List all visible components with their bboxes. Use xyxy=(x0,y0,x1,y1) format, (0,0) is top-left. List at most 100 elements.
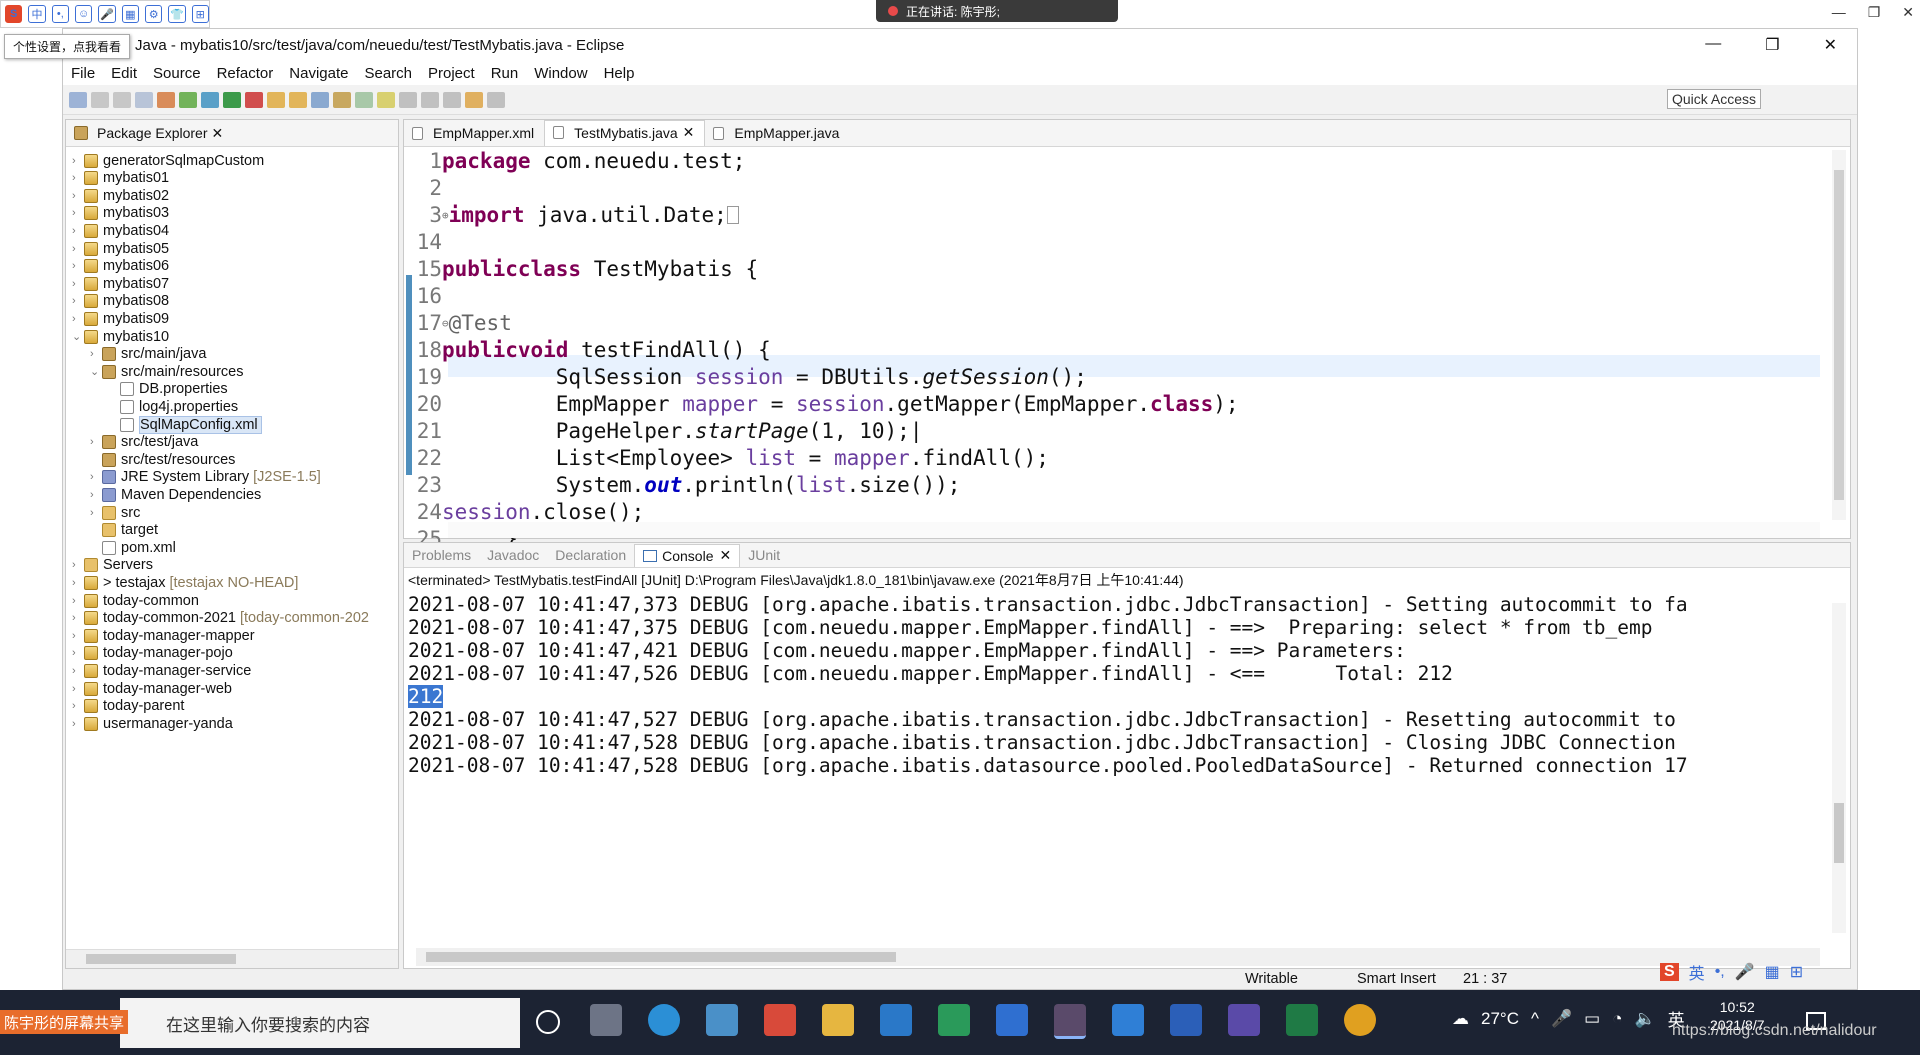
chevron-right-icon[interactable]: › xyxy=(72,190,84,202)
chevron-right-icon[interactable]: › xyxy=(72,260,84,272)
tree-item[interactable]: › usermanager-yanda xyxy=(72,713,233,734)
mail-icon[interactable] xyxy=(880,1004,912,1036)
new-package-icon[interactable] xyxy=(289,91,307,108)
show-whitespace-icon[interactable] xyxy=(399,91,417,108)
chevron-down-icon[interactable]: ⌄ xyxy=(90,365,102,378)
toolbox-icon[interactable]: ⊞ xyxy=(191,5,209,23)
network-icon[interactable]: ◔ xyxy=(1612,1009,1622,1029)
chevron-right-icon[interactable]: › xyxy=(72,243,84,255)
new-icon[interactable] xyxy=(69,91,87,108)
chevron-right-icon[interactable]: › xyxy=(72,577,84,589)
close-button[interactable]: ✕ xyxy=(1824,35,1837,55)
punctuation-icon[interactable]: •, xyxy=(1715,963,1725,981)
editor-horizontal-scrollbar[interactable] xyxy=(448,522,1820,538)
horizontal-scrollbar[interactable] xyxy=(66,949,398,968)
meeting-icon[interactable] xyxy=(1112,1004,1144,1036)
menu-project[interactable]: Project xyxy=(428,65,475,82)
tab-junit[interactable]: JUnit xyxy=(740,547,788,563)
menu-help[interactable]: Help xyxy=(604,65,635,82)
close-tab-icon[interactable]: ✕ xyxy=(720,547,732,564)
chevron-right-icon[interactable]: › xyxy=(72,665,84,677)
chevron-right-icon[interactable]: › xyxy=(90,348,102,360)
save-all-icon[interactable] xyxy=(113,91,131,108)
console-horizontal-scrollbar[interactable] xyxy=(416,948,1820,966)
outer-minimize-icon[interactable]: — xyxy=(1832,4,1846,21)
chevron-right-icon[interactable]: › xyxy=(90,471,102,483)
restore-button[interactable]: ❐ xyxy=(1765,35,1779,55)
notebook-icon[interactable] xyxy=(938,1004,970,1036)
chevron-down-icon[interactable]: ⌄ xyxy=(72,330,84,343)
minimize-button[interactable]: — xyxy=(1705,35,1721,55)
app-icon[interactable] xyxy=(764,1004,796,1036)
voice-icon[interactable]: 🎤 xyxy=(1735,962,1755,982)
quick-access-input[interactable]: Quick Access xyxy=(1667,89,1761,109)
toolbox-icon[interactable]: ⊞ xyxy=(1790,962,1803,982)
chevron-right-icon[interactable]: › xyxy=(72,313,84,325)
keyboard-icon[interactable]: ▦ xyxy=(121,5,139,23)
menu-window[interactable]: Window xyxy=(534,65,587,82)
forward-icon[interactable] xyxy=(487,91,505,108)
chinese-mode-icon[interactable]: 中 xyxy=(28,5,46,23)
chevron-right-icon[interactable]: › xyxy=(72,630,84,642)
task-view-icon[interactable] xyxy=(590,1004,622,1036)
settings-icon[interactable]: ⚙ xyxy=(144,5,163,23)
voice-icon[interactable]: 🎤 xyxy=(98,5,116,23)
menu-search[interactable]: Search xyxy=(364,65,412,82)
back-icon[interactable] xyxy=(465,91,483,108)
edge-icon[interactable] xyxy=(648,1004,680,1036)
chevron-right-icon[interactable]: › xyxy=(72,278,84,290)
external-tools-icon[interactable] xyxy=(245,91,263,108)
chevron-right-icon[interactable]: › xyxy=(72,612,84,624)
outer-close-icon[interactable]: ✕ xyxy=(1902,4,1914,21)
battery-icon[interactable]: ▭ xyxy=(1584,1009,1600,1029)
weather-temp[interactable]: 27°C xyxy=(1481,1009,1519,1029)
run-icon[interactable] xyxy=(223,91,241,108)
chevron-right-icon[interactable]: › xyxy=(90,489,102,501)
ime-lang-label[interactable]: 英 xyxy=(1689,960,1705,984)
menu-edit[interactable]: Edit xyxy=(111,65,137,82)
tab-console[interactable]: Console ✕ xyxy=(634,543,741,567)
menu-source[interactable]: Source xyxy=(153,65,201,82)
menu-refactor[interactable]: Refactor xyxy=(217,65,274,82)
outer-restore-icon[interactable]: ❐ xyxy=(1868,4,1881,21)
cortana-icon[interactable] xyxy=(536,1010,560,1034)
chrome-icon[interactable] xyxy=(1344,1004,1376,1036)
save-icon[interactable] xyxy=(91,91,109,108)
chevron-right-icon[interactable]: › xyxy=(90,507,102,519)
sogou-logo-icon[interactable]: S xyxy=(1660,963,1679,981)
pc-icon[interactable] xyxy=(706,1004,738,1036)
menu-navigate[interactable]: Navigate xyxy=(289,65,348,82)
chevron-right-icon[interactable]: › xyxy=(72,559,84,571)
open-type-icon[interactable] xyxy=(333,91,351,108)
console-vertical-scrollbar[interactable] xyxy=(1832,603,1846,933)
chevron-right-icon[interactable]: › xyxy=(72,225,84,237)
volume-icon[interactable]: 🔈 xyxy=(1634,1009,1655,1029)
tab-testmybatis-java[interactable]: TestMybatis.java ✕ xyxy=(544,120,706,146)
tab-package-explorer[interactable]: Package Explorer ✕ xyxy=(66,125,231,142)
tab-problems[interactable]: Problems xyxy=(404,547,479,563)
eclipse-icon[interactable] xyxy=(1054,1004,1086,1039)
weather-icon[interactable]: ☁ xyxy=(1452,1009,1469,1029)
chevron-right-icon[interactable]: › xyxy=(72,700,84,712)
server-icon[interactable] xyxy=(201,91,219,108)
debug-icon[interactable] xyxy=(179,91,197,108)
file-explorer-icon[interactable] xyxy=(822,1004,854,1036)
code-editor[interactable]: 1 package com.neuedu.test; 2 3 ⊕ import ja… xyxy=(404,146,1820,551)
tab-empmapper-xml[interactable]: EmpMapper.xml xyxy=(404,122,544,146)
chevron-right-icon[interactable]: › xyxy=(72,647,84,659)
menu-run[interactable]: Run xyxy=(491,65,519,82)
tab-empmapper-java[interactable]: EmpMapper.java xyxy=(705,122,849,146)
chevron-right-icon[interactable]: › xyxy=(90,436,102,448)
menu-file[interactable]: File xyxy=(71,65,95,82)
tab-javadoc[interactable]: Javadoc xyxy=(479,547,547,563)
punctuation-icon[interactable]: •, xyxy=(51,5,69,23)
skin-icon[interactable]: 👕 xyxy=(168,5,186,23)
chevron-right-icon[interactable]: › xyxy=(72,155,84,167)
chevron-right-icon[interactable]: › xyxy=(72,718,84,730)
editor-vertical-scrollbar[interactable] xyxy=(1832,150,1846,520)
prev-annotation-icon[interactable] xyxy=(443,91,461,108)
chevron-up-icon[interactable]: ^ xyxy=(1531,1009,1539,1029)
chevron-right-icon[interactable]: › xyxy=(72,683,84,695)
emoji-icon[interactable]: ☺ xyxy=(74,5,93,23)
close-tab-icon[interactable]: ✕ xyxy=(683,124,695,141)
